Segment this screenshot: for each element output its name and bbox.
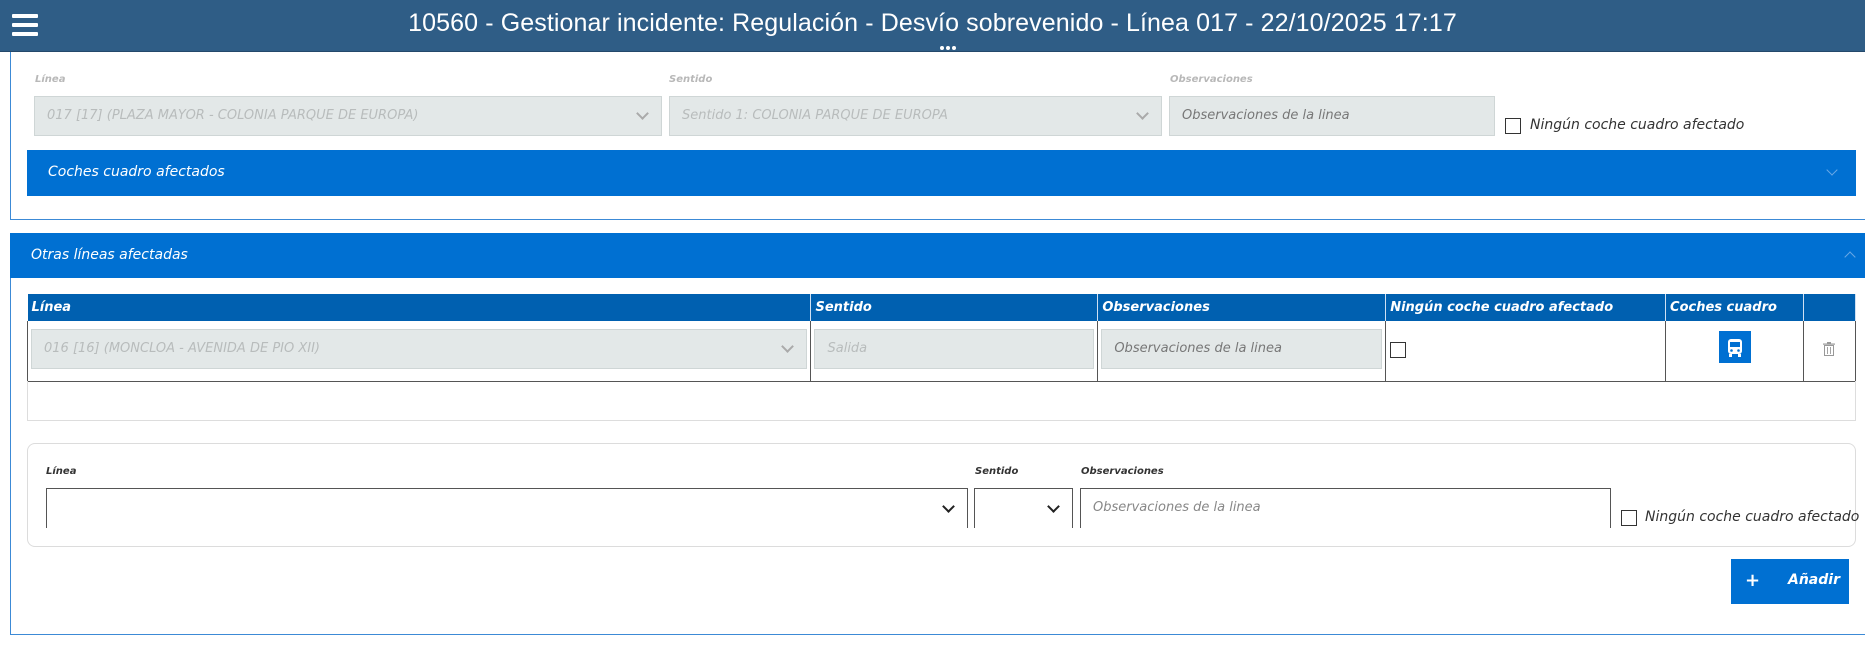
row-observaciones-placeholder: Observaciones de la linea	[1114, 341, 1282, 356]
main-linea-select[interactable]: 017 [17] (PLAZA MAYOR - COLONIA PARQUE D…	[34, 96, 662, 136]
page-title: 10560 - Gestionar incidente: Regulación …	[408, 9, 1457, 37]
col-header-sentido: Sentido	[810, 294, 1099, 321]
chevron-down-icon	[636, 107, 649, 120]
add-ningun-checkbox[interactable]	[1621, 510, 1637, 526]
main-sentido-label: Sentido	[669, 74, 713, 85]
coches-cuadro-accordion-label: Coches cuadro afectados	[48, 164, 225, 180]
row-linea-value: 016 [16] (MONCLOA - AVENIDA DE PIO XII)	[44, 341, 320, 356]
main-sentido-value: Sentido 1: COLONIA PARQUE DE EUROPA	[682, 108, 948, 123]
cell-sentido: Salida	[810, 321, 1099, 382]
main-linea-label: Línea	[35, 74, 66, 85]
row-ningun-checkbox[interactable]	[1390, 342, 1407, 358]
cell-actions	[1802, 321, 1857, 382]
chevron-down-icon	[942, 500, 955, 513]
trash-icon[interactable]	[1823, 342, 1836, 356]
add-sentido-label: Sentido	[975, 466, 1019, 477]
cell-linea: 016 [16] (MONCLOA - AVENIDA DE PIO XII)	[26, 321, 812, 382]
main-observaciones-label: Observaciones	[1170, 74, 1253, 85]
main-ningun-checkbox[interactable]	[1505, 118, 1521, 134]
table-empty-row	[27, 381, 1856, 421]
col-header-ningun: Ningún coche cuadro afectado	[1385, 294, 1667, 321]
add-observaciones-placeholder: Observaciones de la linea	[1093, 500, 1261, 515]
top-bar: 10560 - Gestionar incidente: Regulación …	[0, 0, 1865, 52]
main-observaciones-input[interactable]: Observaciones de la linea	[1169, 96, 1495, 136]
table-row: 016 [16] (MONCLOA - AVENIDA DE PIO XII) …	[26, 321, 1857, 382]
add-linea-select[interactable]	[46, 488, 968, 528]
coches-cuadro-accordion[interactable]: Coches cuadro afectados	[27, 150, 1856, 196]
table-header-row: Línea Sentido Observaciones Ningún coche…	[27, 294, 1857, 321]
col-header-observaciones: Observaciones	[1097, 294, 1387, 321]
bus-icon	[1727, 339, 1742, 357]
col-header-coches-cuadro: Coches cuadro	[1665, 294, 1804, 321]
row-sentido-value: Salida	[827, 341, 868, 356]
main-ningun-label: Ningún coche cuadro afectado	[1530, 117, 1745, 133]
otras-lineas-accordion-label: Otras líneas afectadas	[31, 247, 188, 263]
chevron-up-icon	[1844, 251, 1856, 263]
main-linea-value: 017 [17] (PLAZA MAYOR - COLONIA PARQUE D…	[47, 108, 419, 123]
add-linea-label: Línea	[46, 466, 77, 477]
col-header-linea: Línea	[27, 294, 812, 321]
more-options-icon[interactable]	[940, 37, 960, 50]
chevron-down-icon	[1047, 500, 1060, 513]
chevron-down-icon	[781, 340, 795, 353]
cell-observaciones: Observaciones de la linea	[1097, 321, 1387, 382]
otras-lineas-table: Línea Sentido Observaciones Ningún coche…	[26, 294, 1857, 382]
add-sentido-select[interactable]	[974, 488, 1073, 528]
col-header-actions	[1803, 294, 1857, 321]
coches-cuadro-button[interactable]	[1718, 331, 1751, 363]
main-sentido-select[interactable]: Sentido 1: COLONIA PARQUE DE EUROPA	[669, 96, 1162, 136]
add-observaciones-label: Observaciones	[1081, 466, 1164, 477]
row-linea-select[interactable]: 016 [16] (MONCLOA - AVENIDA DE PIO XII)	[31, 329, 808, 369]
add-ningun-label: Ningún coche cuadro afectado	[1645, 509, 1860, 525]
row-sentido-select[interactable]: Salida	[814, 329, 1095, 369]
row-observaciones-input[interactable]: Observaciones de la linea	[1101, 329, 1383, 369]
add-button-label: Añadir	[1788, 572, 1840, 588]
cell-ningun	[1385, 321, 1667, 382]
chevron-down-icon	[1826, 164, 1838, 176]
otras-lineas-accordion[interactable]: Otras líneas afectadas	[10, 233, 1865, 278]
add-observaciones-input[interactable]: Observaciones de la linea	[1080, 488, 1611, 528]
cell-coches-cuadro	[1665, 321, 1804, 382]
chevron-down-icon	[1136, 107, 1149, 120]
plus-icon: +	[1745, 570, 1761, 591]
add-button[interactable]: + Añadir	[1731, 559, 1849, 604]
main-observaciones-placeholder: Observaciones de la linea	[1182, 108, 1350, 123]
